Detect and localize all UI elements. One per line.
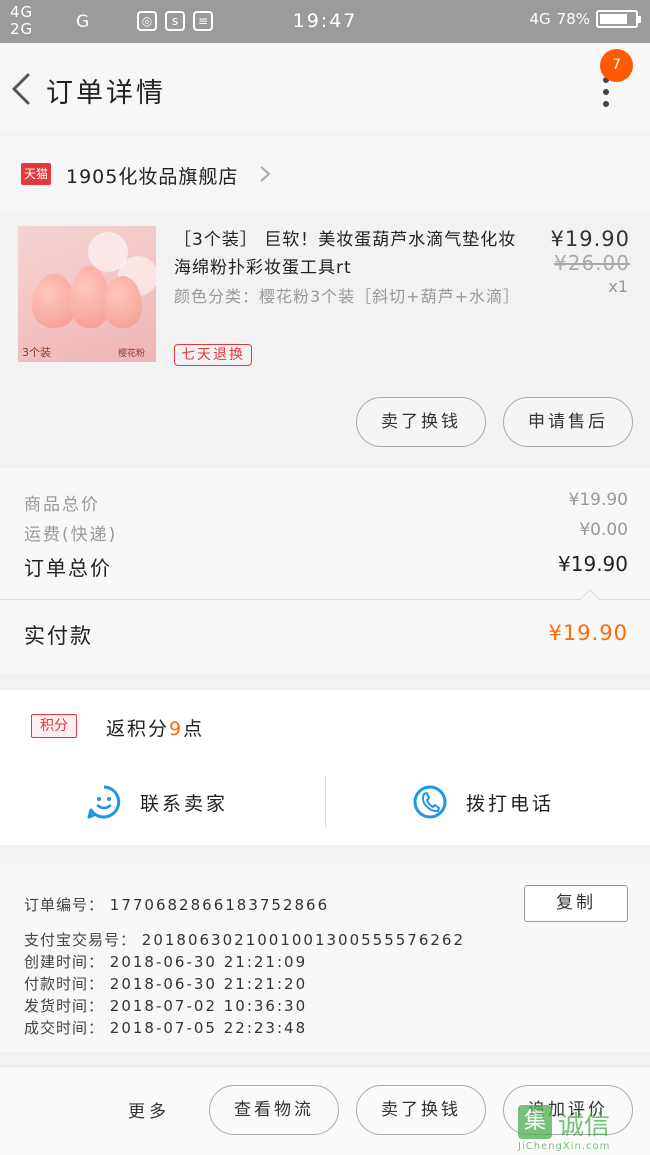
- contact-seller-button[interactable]: 联系卖家: [86, 780, 228, 824]
- chevron-right-icon: [260, 166, 271, 182]
- network-4g-right-label: 4G: [529, 10, 551, 28]
- paid-time-value: 2018-06-30 21:21:20: [109, 975, 308, 993]
- view-logistics-button[interactable]: 查看物流: [209, 1085, 339, 1135]
- shop-name: 1905化妆品旗舰店: [66, 166, 239, 188]
- goods-total-value: ¥19.90: [568, 490, 628, 510]
- order-total-value: ¥19.90: [558, 552, 628, 576]
- site-watermark: 集 诚信 JiChengXin.com: [518, 1105, 648, 1153]
- watermark-text: 诚信: [558, 1111, 611, 1141]
- shipping-value: ¥0.00: [579, 520, 628, 540]
- order-number-value: 1770682866183752866: [109, 896, 330, 914]
- call-phone-button[interactable]: 拨打电话: [412, 780, 554, 824]
- points-text: 返积分9点: [106, 714, 204, 741]
- message-count-badge[interactable]: 7: [600, 49, 633, 82]
- tmall-logo-icon: 天猫: [21, 163, 51, 185]
- watermark-site: JiChengXin.com: [518, 1141, 611, 1152]
- more-actions-button[interactable]: 更多: [128, 1097, 170, 1122]
- goods-total-label: 商品总价: [24, 495, 100, 515]
- sell-exchange-bottom-button[interactable]: 卖了换钱: [356, 1085, 486, 1135]
- order-info-section: 订单编号： 1770682866183752866 复制 支付宝交易号： 201…: [0, 864, 650, 1052]
- sell-exchange-button[interactable]: 卖了换钱: [356, 397, 486, 447]
- amount-paid-label: 实付款: [24, 624, 93, 648]
- shipping-row: 运费(快递) ¥0.00: [24, 520, 628, 545]
- product-card: 3个装 樱花粉 ［3个装］ 巨软！美妆蛋葫芦水滴气垫化妆海绵粉扑彩妆蛋工具rt …: [0, 215, 650, 465]
- paid-time-label: 付款时间：: [24, 975, 105, 993]
- status-right: 4G 78%: [529, 10, 641, 28]
- divider: [0, 599, 650, 600]
- completed-time-value: 2018-07-05 22:23:48: [109, 1019, 308, 1037]
- amount-paid-value: ¥19.90: [548, 621, 628, 645]
- more-menu-icon[interactable]: [596, 77, 616, 111]
- shipping-label: 运费(快递): [24, 525, 118, 545]
- shop-row[interactable]: 天猫 1905化妆品旗舰店: [0, 136, 650, 213]
- goods-total-row: 商品总价 ¥19.90: [24, 490, 628, 515]
- phone-icon: [413, 785, 447, 819]
- shipped-time-value: 2018-07-02 10:36:30: [109, 997, 308, 1015]
- alipay-trade-label: 支付宝交易号：: [24, 931, 137, 949]
- contact-seller-label: 联系卖家: [140, 792, 229, 815]
- points-text-before: 返积分: [106, 718, 170, 740]
- shipped-time-row: 发货时间： 2018-07-02 10:36:30: [24, 995, 307, 1016]
- price-summary: 商品总价 ¥19.90 运费(快递) ¥0.00 订单总价 ¥19.90 实付款…: [0, 468, 650, 673]
- divider: [325, 776, 326, 828]
- caret-up-icon: [580, 589, 600, 609]
- points-text-after: 点: [183, 718, 205, 740]
- nav-header: 订单详情 7: [0, 43, 650, 133]
- status-bar: 4G 2G G ◎ s ≡ 19:47 4G 78%: [0, 0, 650, 43]
- points-contact-section: 积分 返积分9点 联系卖家 拨打电话: [0, 690, 650, 845]
- order-total-label: 订单总价: [24, 556, 112, 580]
- page-title: 订单详情: [46, 78, 166, 109]
- order-total-row: 订单总价 ¥19.90: [24, 552, 628, 581]
- copy-order-number-button[interactable]: 复制: [524, 885, 628, 922]
- product-title[interactable]: ［3个装］ 巨软！美妆蛋葫芦水滴气垫化妆海绵粉扑彩妆蛋工具rt: [174, 226, 524, 282]
- created-time-label: 创建时间：: [24, 953, 105, 971]
- apply-after-sale-button[interactable]: 申请售后: [503, 397, 633, 447]
- image-caption: 3个装: [22, 346, 51, 359]
- points-value: 9: [169, 718, 184, 740]
- alipay-trade-row: 支付宝交易号： 2018063021001001300555576262: [24, 929, 465, 950]
- image-caption: 樱花粉: [118, 349, 146, 359]
- alipay-trade-value: 2018063021001001300555576262: [141, 931, 466, 949]
- product-quantity: x1: [608, 277, 628, 296]
- shipped-time-label: 发货时间：: [24, 997, 105, 1015]
- created-time-value: 2018-06-30 21:21:09: [109, 953, 308, 971]
- chat-smile-icon: [87, 785, 121, 819]
- order-number-label: 订单编号：: [24, 896, 105, 914]
- product-sku: 颜色分类：樱花粉3个装［斜切+葫芦+水滴］: [174, 287, 520, 306]
- bottom-action-bar: 更多 查看物流 卖了换钱 追加评价 集 诚信 JiChengXin.com: [0, 1066, 650, 1155]
- battery-level: [600, 14, 627, 24]
- seven-day-return-tag: 七天退换: [174, 344, 252, 366]
- created-time-row: 创建时间： 2018-06-30 21:21:09: [24, 951, 307, 972]
- watermark-logo-icon: 集: [518, 1105, 552, 1139]
- battery-percent: 78%: [556, 10, 590, 28]
- paid-time-row: 付款时间： 2018-06-30 21:21:20: [24, 973, 307, 994]
- call-phone-label: 拨打电话: [466, 792, 555, 815]
- back-arrow-icon[interactable]: [8, 71, 36, 107]
- completed-time-row: 成交时间： 2018-07-05 22:23:48: [24, 1017, 307, 1038]
- product-price: ¥19.90: [550, 227, 630, 251]
- completed-time-label: 成交时间：: [24, 1019, 105, 1037]
- battery-icon: [596, 10, 641, 28]
- order-number-row: 订单编号： 1770682866183752866: [24, 894, 329, 915]
- product-original-price: ¥26.00: [554, 251, 630, 275]
- product-image[interactable]: 3个装 樱花粉: [18, 226, 156, 362]
- points-badge: 积分: [31, 714, 77, 738]
